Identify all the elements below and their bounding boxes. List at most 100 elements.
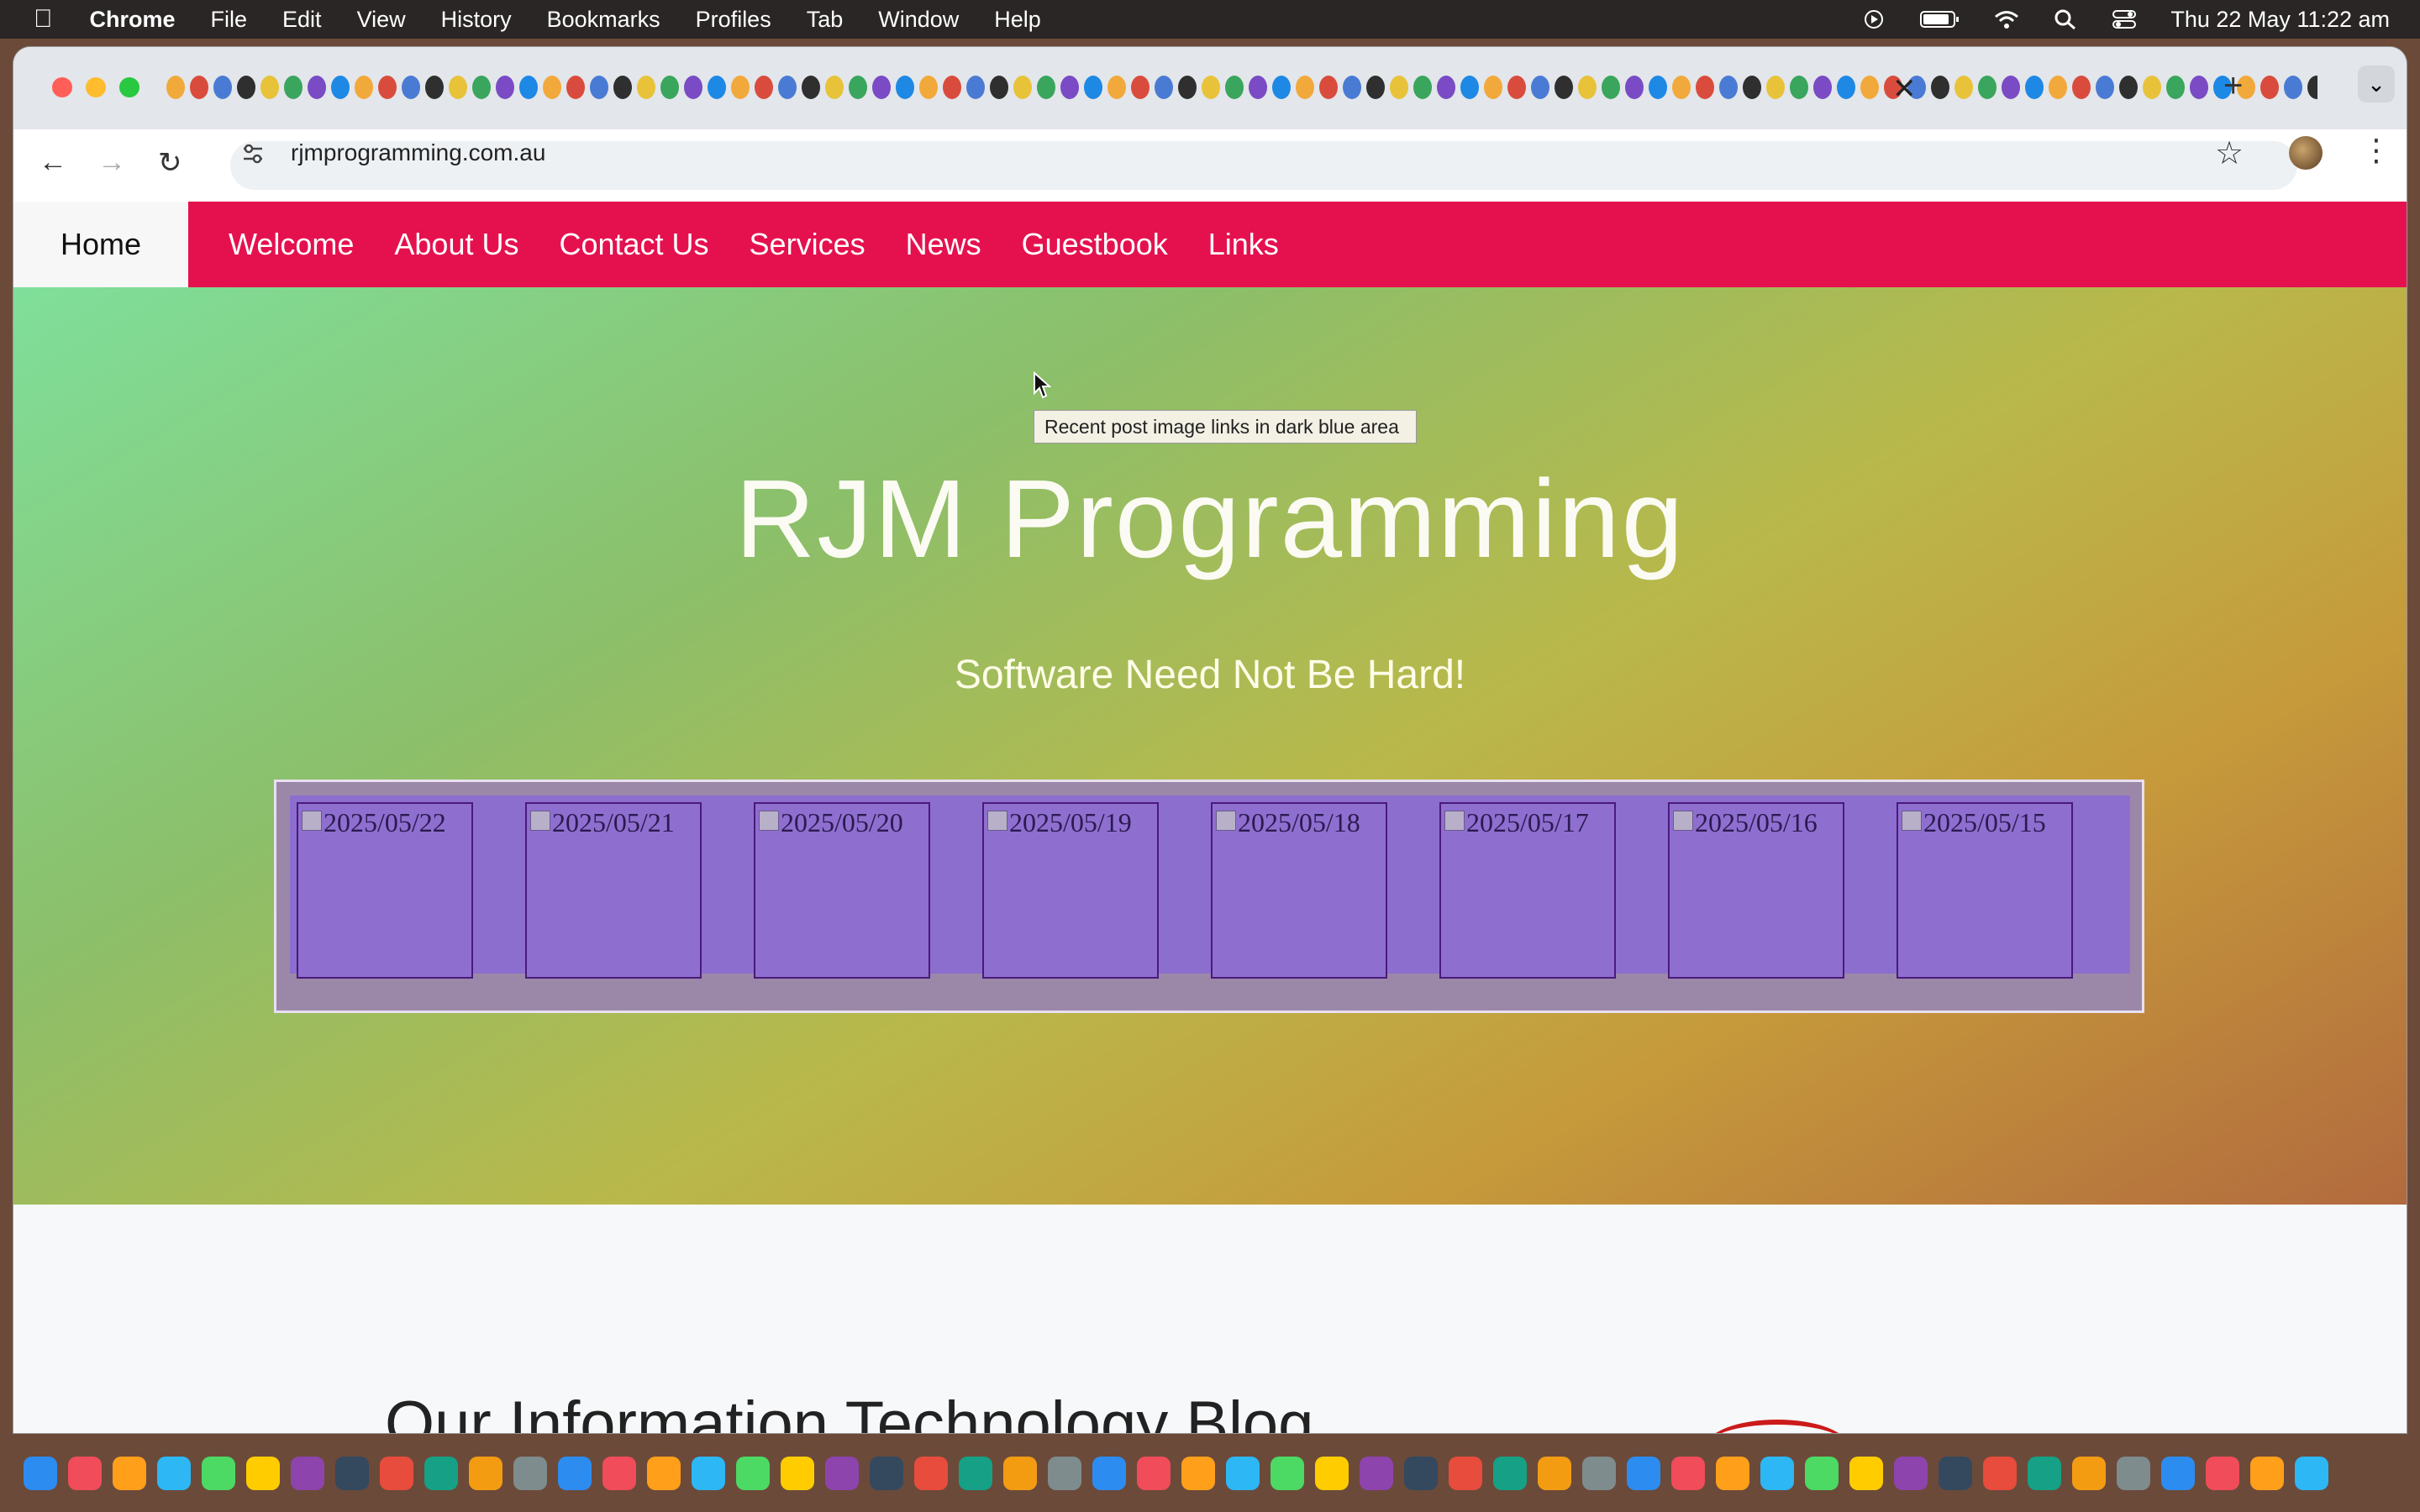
- tab-favicon[interactable]: [1319, 76, 1338, 99]
- tab-favicon[interactable]: [1343, 76, 1361, 99]
- dock-app-icon[interactable]: [1760, 1457, 1794, 1490]
- nav-guestbook[interactable]: Guestbook: [1022, 227, 1168, 262]
- tab-favicon[interactable]: [1060, 76, 1079, 99]
- tab-favicon[interactable]: [1719, 76, 1738, 99]
- tab-favicon[interactable]: [378, 76, 397, 99]
- dock-app-icon[interactable]: [558, 1457, 592, 1490]
- tab-favicon[interactable]: [943, 76, 961, 99]
- tab-favicon[interactable]: [1249, 76, 1267, 99]
- tab-favicon[interactable]: [1696, 76, 1714, 99]
- tab-favicon[interactable]: [331, 76, 350, 99]
- nav-news[interactable]: News: [906, 227, 981, 262]
- menu-edit[interactable]: Edit: [282, 7, 322, 33]
- dock-app-icon[interactable]: [1493, 1457, 1527, 1490]
- dock-app-icon[interactable]: [291, 1457, 324, 1490]
- dock-app-icon[interactable]: [469, 1457, 502, 1490]
- spotlight-search-icon[interactable]: [2053, 9, 2078, 29]
- tab-favicon[interactable]: [284, 76, 302, 99]
- dock-app-icon[interactable]: [2295, 1457, 2328, 1490]
- dock-app-icon[interactable]: [1939, 1457, 1972, 1490]
- tab-favicon[interactable]: [613, 76, 632, 99]
- menu-window[interactable]: Window: [878, 7, 959, 33]
- tab-favicon[interactable]: [1672, 76, 1691, 99]
- dock-app-icon[interactable]: [2250, 1457, 2284, 1490]
- tab-favicon[interactable]: [449, 76, 467, 99]
- tab-favicon[interactable]: [308, 76, 326, 99]
- tab-favicon[interactable]: [708, 76, 726, 99]
- tab-favicon[interactable]: [1084, 76, 1102, 99]
- tab-favicon[interactable]: [802, 76, 820, 99]
- dock-app-icon[interactable]: [380, 1457, 413, 1490]
- play-icon[interactable]: [1861, 9, 1886, 29]
- dock-app-icon[interactable]: [2072, 1457, 2106, 1490]
- tab-favicon[interactable]: [1460, 76, 1479, 99]
- tab-favicon[interactable]: [2002, 76, 2020, 99]
- url-text[interactable]: rjmprogramming.com.au: [291, 139, 545, 166]
- tab-favicon[interactable]: [919, 76, 938, 99]
- dock-app-icon[interactable]: [1226, 1457, 1260, 1490]
- dock-app-icon[interactable]: [781, 1457, 814, 1490]
- menubar-clock[interactable]: Thu 22 May 11:22 am: [2170, 7, 2390, 33]
- menu-history[interactable]: History: [441, 7, 512, 33]
- dock-app-icon[interactable]: [202, 1457, 235, 1490]
- new-tab-button[interactable]: +: [2223, 67, 2243, 105]
- menu-profiles[interactable]: Profiles: [696, 7, 771, 33]
- tab-favicon[interactable]: [260, 76, 279, 99]
- tab-favicon[interactable]: [2307, 76, 2317, 99]
- tab-favicon[interactable]: [1555, 76, 1573, 99]
- recent-post-link[interactable]: 2025/05/18: [1211, 802, 1387, 979]
- dock-app-icon[interactable]: [1894, 1457, 1928, 1490]
- tab-favicon[interactable]: [402, 76, 420, 99]
- tab-favicon[interactable]: [637, 76, 655, 99]
- dock-app-icon[interactable]: [1270, 1457, 1304, 1490]
- nav-contact-us[interactable]: Contact Us: [559, 227, 708, 262]
- wifi-icon[interactable]: [1994, 9, 2019, 29]
- tab-favicon[interactable]: [990, 76, 1008, 99]
- dock-app-icon[interactable]: [825, 1457, 859, 1490]
- tab-favicon[interactable]: [1296, 76, 1314, 99]
- dock-app-icon[interactable]: [2117, 1457, 2150, 1490]
- tab-favicon[interactable]: [1860, 76, 1879, 99]
- dock-app-icon[interactable]: [1805, 1457, 1839, 1490]
- dock-app-icon[interactable]: [1048, 1457, 1081, 1490]
- tab-favicon[interactable]: [1978, 76, 1996, 99]
- tab-favicon[interactable]: [1107, 76, 1126, 99]
- dock-app-icon[interactable]: [1538, 1457, 1571, 1490]
- tab-favicon[interactable]: [778, 76, 797, 99]
- tab-favicon[interactable]: [1931, 76, 1949, 99]
- dock-app-icon[interactable]: [335, 1457, 369, 1490]
- tab-favicon[interactable]: [496, 76, 514, 99]
- minimize-window-icon[interactable]: [86, 77, 106, 97]
- profile-avatar[interactable]: [2289, 136, 2323, 170]
- tab-favicon[interactable]: [1390, 76, 1408, 99]
- tab-favicon[interactable]: [1743, 76, 1761, 99]
- tab-favicon[interactable]: [966, 76, 985, 99]
- dock-app-icon[interactable]: [736, 1457, 770, 1490]
- tab-favicon[interactable]: [1790, 76, 1808, 99]
- dock-app-icon[interactable]: [1137, 1457, 1171, 1490]
- tab-favicon[interactable]: [2190, 76, 2208, 99]
- reload-icon[interactable]: ↻: [158, 146, 182, 180]
- back-arrow-icon[interactable]: ←: [39, 146, 67, 179]
- menu-bookmarks[interactable]: Bookmarks: [547, 7, 660, 33]
- tab-favicon[interactable]: [472, 76, 491, 99]
- zoom-window-icon[interactable]: [119, 77, 139, 97]
- tab-favicon[interactable]: [1155, 76, 1173, 99]
- tab-favicon[interactable]: [684, 76, 702, 99]
- menu-view[interactable]: View: [357, 7, 406, 33]
- tab-favicon[interactable]: [2260, 76, 2279, 99]
- nav-links[interactable]: Links: [1208, 227, 1279, 262]
- dock-app-icon[interactable]: [1449, 1457, 1482, 1490]
- tab-favicon[interactable]: [1766, 76, 1785, 99]
- tab-favicon[interactable]: [1413, 76, 1432, 99]
- tab-favicon[interactable]: [425, 76, 444, 99]
- dock-app-icon[interactable]: [1849, 1457, 1883, 1490]
- tab-favicon[interactable]: [1507, 76, 1526, 99]
- dock-app-icon[interactable]: [157, 1457, 191, 1490]
- recent-post-link[interactable]: 2025/05/19: [982, 802, 1159, 979]
- tab-favicon[interactable]: [237, 76, 255, 99]
- tab-favicon[interactable]: [190, 76, 208, 99]
- tab-favicon[interactable]: [1225, 76, 1244, 99]
- tab-favicon[interactable]: [2025, 76, 2044, 99]
- dock-app-icon[interactable]: [1627, 1457, 1660, 1490]
